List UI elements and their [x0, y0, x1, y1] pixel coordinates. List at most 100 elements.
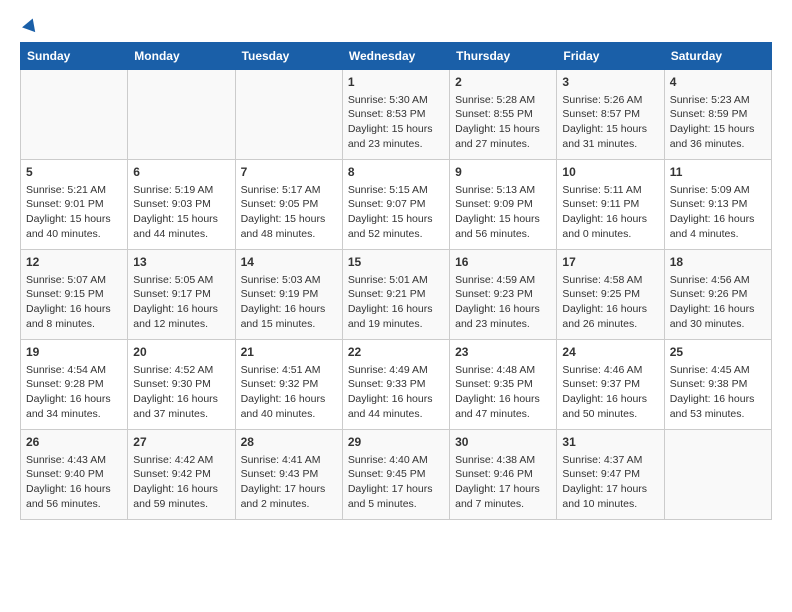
calendar-cell: 21Sunrise: 4:51 AM Sunset: 9:32 PM Dayli… [235, 340, 342, 430]
calendar-cell: 17Sunrise: 4:58 AM Sunset: 9:25 PM Dayli… [557, 250, 664, 340]
day-number: 12 [26, 254, 122, 271]
calendar-body: 1 Sunrise: 5:30 AM Sunset: 8:53 PM Daylig… [21, 70, 772, 520]
day-info: Sunrise: 5:07 AM Sunset: 9:15 PM Dayligh… [26, 273, 122, 332]
day-number: 1 [348, 74, 444, 91]
day-number: 15 [348, 254, 444, 271]
day-number: 18 [670, 254, 766, 271]
calendar-table: SundayMondayTuesdayWednesdayThursdayFrid… [20, 42, 772, 520]
calendar-cell: 15 Sunrise: 5:01 AM Sunset: 9:21 PM Dayli… [342, 250, 449, 340]
day-info: Sunrise: 4:45 AM Sunset: 9:38 PM Dayligh… [670, 363, 766, 422]
calendar-cell: 11Sunrise: 5:09 AM Sunset: 9:13 PM Dayli… [664, 160, 771, 250]
calendar-cell: 6Sunrise: 5:19 AM Sunset: 9:03 PM Daylig… [128, 160, 235, 250]
calendar-cell: 16 Sunrise: 4:59 AM Sunset: 9:23 PM Dayli… [450, 250, 557, 340]
weekday-header-row: SundayMondayTuesdayWednesdayThursdayFrid… [21, 43, 772, 70]
calendar-cell: 29Sunrise: 4:40 AM Sunset: 9:45 PM Dayli… [342, 430, 449, 520]
day-number: 24 [562, 344, 658, 361]
calendar-cell: 12 Sunrise: 5:07 AM Sunset: 9:15 PM Dayli… [21, 250, 128, 340]
calendar-cell: 5Sunrise: 5:21 AM Sunset: 9:01 PM Daylig… [21, 160, 128, 250]
logo-triangle-icon [22, 16, 39, 32]
calendar-cell: 25 Sunrise: 4:45 AM Sunset: 9:38 PM Dayli… [664, 340, 771, 430]
day-info: Sunrise: 5:23 AM Sunset: 8:59 PM Dayligh… [670, 93, 766, 152]
weekday-header-thursday: Thursday [450, 43, 557, 70]
weekday-header-tuesday: Tuesday [235, 43, 342, 70]
day-number: 4 [670, 74, 766, 91]
calendar-cell: 22 Sunrise: 4:49 AM Sunset: 9:33 PM Dayli… [342, 340, 449, 430]
day-number: 11 [670, 164, 766, 181]
calendar-cell: 23 Sunrise: 4:48 AM Sunset: 9:35 PM Dayli… [450, 340, 557, 430]
day-info: Sunrise: 5:17 AM Sunset: 9:05 PM Dayligh… [241, 183, 337, 242]
calendar-cell: 14 Sunrise: 5:03 AM Sunset: 9:19 PM Dayli… [235, 250, 342, 340]
day-info: Sunrise: 4:38 AM Sunset: 9:46 PM Dayligh… [455, 453, 551, 512]
day-info: Sunrise: 5:30 AM Sunset: 8:53 PM Dayligh… [348, 93, 444, 152]
calendar-cell: 7 Sunrise: 5:17 AM Sunset: 9:05 PM Daylig… [235, 160, 342, 250]
calendar-cell: 9 Sunrise: 5:13 AM Sunset: 9:09 PM Daylig… [450, 160, 557, 250]
day-info: Sunrise: 5:13 AM Sunset: 9:09 PM Dayligh… [455, 183, 551, 242]
calendar-week-3: 12 Sunrise: 5:07 AM Sunset: 9:15 PM Dayli… [21, 250, 772, 340]
day-number: 20 [133, 344, 229, 361]
day-number: 7 [241, 164, 337, 181]
calendar-cell: 18 Sunrise: 4:56 AM Sunset: 9:26 PM Dayli… [664, 250, 771, 340]
calendar-cell: 13 Sunrise: 5:05 AM Sunset: 9:17 PM Dayli… [128, 250, 235, 340]
day-info: Sunrise: 5:01 AM Sunset: 9:21 PM Dayligh… [348, 273, 444, 332]
day-number: 28 [241, 434, 337, 451]
weekday-header-saturday: Saturday [664, 43, 771, 70]
day-info: Sunrise: 4:40 AM Sunset: 9:45 PM Dayligh… [348, 453, 444, 512]
calendar-cell: 1 Sunrise: 5:30 AM Sunset: 8:53 PM Daylig… [342, 70, 449, 160]
calendar-cell: 19 Sunrise: 4:54 AM Sunset: 9:28 PM Dayli… [21, 340, 128, 430]
day-info: Sunrise: 5:11 AM Sunset: 9:11 PM Dayligh… [562, 183, 658, 242]
day-number: 13 [133, 254, 229, 271]
weekday-header-friday: Friday [557, 43, 664, 70]
day-number: 10 [562, 164, 658, 181]
day-number: 5 [26, 164, 122, 181]
calendar-cell: 30Sunrise: 4:38 AM Sunset: 9:46 PM Dayli… [450, 430, 557, 520]
day-info: Sunrise: 4:43 AM Sunset: 9:40 PM Dayligh… [26, 453, 122, 512]
day-number: 27 [133, 434, 229, 451]
day-number: 6 [133, 164, 229, 181]
day-number: 26 [26, 434, 122, 451]
day-number: 2 [455, 74, 551, 91]
calendar-cell: 4 Sunrise: 5:23 AM Sunset: 8:59 PM Daylig… [664, 70, 771, 160]
logo [20, 20, 37, 32]
day-number: 17 [562, 254, 658, 271]
day-number: 9 [455, 164, 551, 181]
calendar-cell: 2 Sunrise: 5:28 AM Sunset: 8:55 PM Daylig… [450, 70, 557, 160]
calendar-cell [21, 70, 128, 160]
day-number: 19 [26, 344, 122, 361]
calendar-cell: 24Sunrise: 4:46 AM Sunset: 9:37 PM Dayli… [557, 340, 664, 430]
day-number: 3 [562, 74, 658, 91]
day-info: Sunrise: 4:56 AM Sunset: 9:26 PM Dayligh… [670, 273, 766, 332]
day-info: Sunrise: 5:05 AM Sunset: 9:17 PM Dayligh… [133, 273, 229, 332]
calendar-cell: 3 Sunrise: 5:26 AM Sunset: 8:57 PM Daylig… [557, 70, 664, 160]
calendar-cell: 27 Sunrise: 4:42 AM Sunset: 9:42 PM Dayli… [128, 430, 235, 520]
day-number: 8 [348, 164, 444, 181]
day-info: Sunrise: 5:15 AM Sunset: 9:07 PM Dayligh… [348, 183, 444, 242]
calendar-cell [664, 430, 771, 520]
calendar-cell: 8 Sunrise: 5:15 AM Sunset: 9:07 PM Daylig… [342, 160, 449, 250]
calendar-cell: 31 Sunrise: 4:37 AM Sunset: 9:47 PM Dayli… [557, 430, 664, 520]
calendar-cell [128, 70, 235, 160]
day-info: Sunrise: 4:48 AM Sunset: 9:35 PM Dayligh… [455, 363, 551, 422]
day-number: 31 [562, 434, 658, 451]
day-info: Sunrise: 4:59 AM Sunset: 9:23 PM Dayligh… [455, 273, 551, 332]
day-number: 23 [455, 344, 551, 361]
day-number: 16 [455, 254, 551, 271]
calendar-cell [235, 70, 342, 160]
day-info: Sunrise: 4:49 AM Sunset: 9:33 PM Dayligh… [348, 363, 444, 422]
day-info: Sunrise: 5:03 AM Sunset: 9:19 PM Dayligh… [241, 273, 337, 332]
day-info: Sunrise: 5:26 AM Sunset: 8:57 PM Dayligh… [562, 93, 658, 152]
weekday-header-monday: Monday [128, 43, 235, 70]
day-info: Sunrise: 4:54 AM Sunset: 9:28 PM Dayligh… [26, 363, 122, 422]
calendar-cell: 10 Sunrise: 5:11 AM Sunset: 9:11 PM Dayli… [557, 160, 664, 250]
calendar-cell: 26 Sunrise: 4:43 AM Sunset: 9:40 PM Dayli… [21, 430, 128, 520]
calendar-week-2: 5Sunrise: 5:21 AM Sunset: 9:01 PM Daylig… [21, 160, 772, 250]
day-info: Sunrise: 4:51 AM Sunset: 9:32 PM Dayligh… [241, 363, 337, 422]
day-info: Sunrise: 4:37 AM Sunset: 9:47 PM Dayligh… [562, 453, 658, 512]
calendar-week-5: 26 Sunrise: 4:43 AM Sunset: 9:40 PM Dayli… [21, 430, 772, 520]
weekday-header-wednesday: Wednesday [342, 43, 449, 70]
day-info: Sunrise: 5:28 AM Sunset: 8:55 PM Dayligh… [455, 93, 551, 152]
calendar-header [20, 20, 772, 32]
day-number: 14 [241, 254, 337, 271]
day-number: 25 [670, 344, 766, 361]
day-info: Sunrise: 4:42 AM Sunset: 9:42 PM Dayligh… [133, 453, 229, 512]
day-number: 22 [348, 344, 444, 361]
